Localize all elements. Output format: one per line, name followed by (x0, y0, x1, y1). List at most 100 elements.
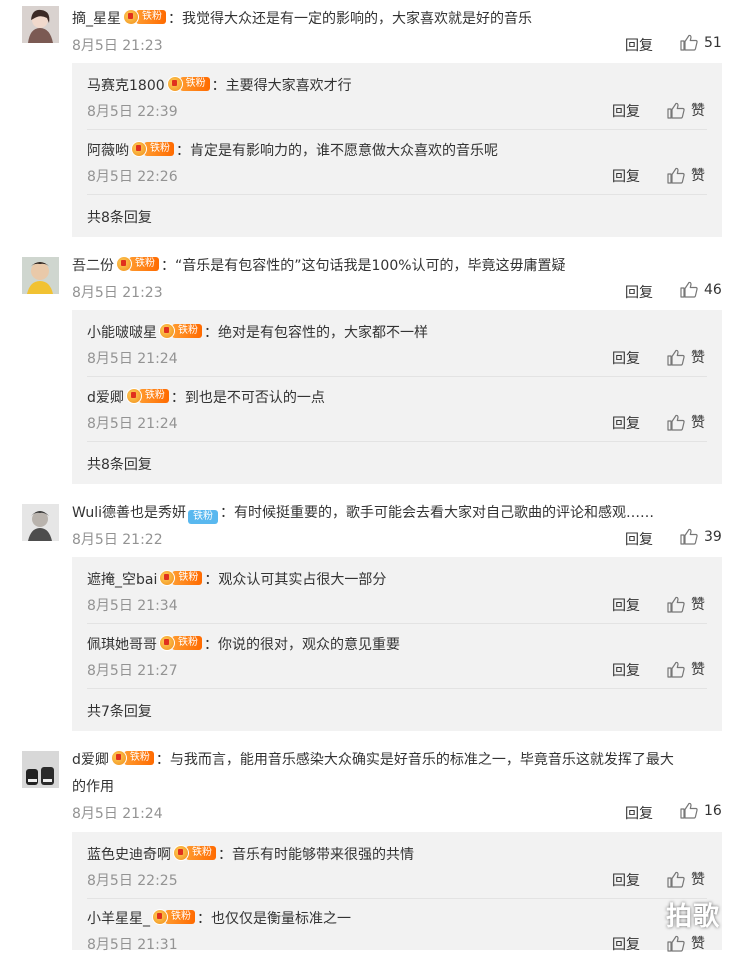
like-button[interactable]: 赞 (667, 594, 705, 614)
thumbs-up-icon (667, 167, 685, 184)
divider (87, 688, 707, 689)
fan-badge: 铁粉 (173, 845, 216, 861)
reply-button[interactable]: 回复 (612, 166, 640, 186)
like-count: 16 (704, 802, 722, 819)
list-item: 遮掩_空bai 铁粉 ：观众认可其实占很大一部分 (87, 569, 386, 589)
thumbs-up-icon (680, 802, 698, 819)
comment-author[interactable]: d爱卿 铁粉 ：与我而言，能用音乐感染大众确实是好音乐的标准之一，毕竟音乐这就发挥了… (72, 749, 674, 769)
like-button[interactable]: 赞 (667, 869, 705, 889)
reply-button[interactable]: 回复 (612, 348, 640, 368)
reply-time: 8月5日 21:24 (87, 416, 178, 432)
divider (87, 129, 707, 130)
reply-time: 8月5日 21:34 (87, 598, 178, 614)
like-button[interactable]: 16 (680, 802, 722, 819)
like-label: 赞 (691, 103, 705, 119)
fan-badge: 铁粉 (123, 9, 166, 25)
username[interactable]: 蓝色史迪奇啊 (87, 847, 171, 863)
username[interactable]: 马赛克1800 (87, 78, 165, 94)
like-button[interactable]: 赞 (667, 659, 705, 679)
reply-button[interactable]: 回复 (625, 803, 653, 823)
like-label: 赞 (691, 936, 705, 952)
reply-button[interactable]: 回复 (625, 282, 653, 302)
reply-button[interactable]: 回复 (612, 595, 640, 615)
like-button[interactable]: 赞 (667, 933, 705, 953)
username[interactable]: 小羊星星_ (87, 911, 150, 927)
medal-icon (166, 76, 183, 92)
reply-button[interactable]: 回复 (612, 870, 640, 890)
medal-icon (173, 845, 189, 861)
username[interactable]: d爱卿 (87, 390, 124, 406)
comment-author[interactable]: 吾二份 铁粉 ：“音乐是有包容性的”这句话我是100%认可的，毕竟这毋庸置疑 (72, 255, 566, 275)
reply-button[interactable]: 回复 (625, 529, 653, 549)
view-more-replies-link[interactable]: 共7条回复 (87, 701, 152, 721)
fan-badge: 铁粉 (152, 909, 195, 925)
list-item: 阿薇哟 铁粉 ：肯定是有影响力的，谁不愿意做大众喜欢的音乐呢 (87, 140, 498, 160)
watermark-logo: 拍歌 (666, 902, 721, 932)
thumbs-up-icon (667, 349, 685, 366)
thumbs-up-icon (680, 281, 698, 298)
like-button[interactable]: 赞 (667, 165, 705, 185)
fan-badge: 铁粉 (166, 76, 210, 92)
reply-time: 8月5日 21:31 (87, 937, 178, 953)
medal-icon (116, 256, 132, 272)
avatar[interactable] (22, 751, 59, 788)
comment-author[interactable]: 摘_星星 铁粉 ：我觉得大众还是有一定的影响的，大家喜欢就是好的音乐 (72, 8, 532, 28)
comment-text: ：有时候挺重要的，歌手可能会去看大家对自己歌曲的评论和感观…… (220, 505, 654, 521)
medal-icon (123, 9, 139, 25)
view-more-replies-link[interactable]: 共8条回复 (87, 454, 152, 474)
reply-panel: 遮掩_空bai 铁粉 ：观众认可其实占很大一部分 8月5日 21:34 回复 赞 佩… (72, 557, 722, 731)
username[interactable]: Wuli德善也是秀妍 (72, 505, 186, 521)
medal-icon (131, 141, 147, 157)
divider (87, 898, 707, 899)
reply-button[interactable]: 回复 (612, 101, 640, 121)
divider (87, 194, 707, 195)
avatar[interactable] (22, 504, 59, 541)
fan-badge: 铁粉 (188, 509, 218, 525)
divider (87, 376, 707, 377)
reply-panel: 蓝色史迪奇啊 铁粉 ：音乐有时能够带来很强的共情 8月5日 22:25 回复 赞 小… (72, 832, 722, 953)
username[interactable]: d爱卿 (72, 752, 109, 768)
like-button[interactable]: 51 (680, 34, 722, 51)
like-label: 赞 (691, 350, 705, 366)
reply-panel: 小能啵啵星 铁粉 ：绝对是有包容性的，大家都不一样 8月5日 21:24 回复 赞 … (72, 310, 722, 484)
like-button[interactable]: 赞 (667, 412, 705, 432)
like-count: 51 (704, 34, 722, 51)
like-count: 39 (704, 528, 722, 545)
like-button[interactable]: 赞 (667, 347, 705, 367)
comment-text: ：我觉得大众还是有一定的影响的，大家喜欢就是好的音乐 (168, 11, 532, 27)
divider (87, 623, 707, 624)
username[interactable]: 吾二份 (72, 258, 114, 274)
divider (87, 441, 707, 442)
fan-badge: 铁粉 (159, 570, 203, 586)
like-button[interactable]: 赞 (667, 100, 705, 120)
fan-badge: 铁粉 (116, 256, 159, 272)
list-item: 小能啵啵星 铁粉 ：绝对是有包容性的，大家都不一样 (87, 322, 428, 342)
comment-time: 8月5日 21:23 (72, 285, 163, 301)
username[interactable]: 佩琪她哥哥 (87, 637, 157, 653)
reply-text: ：到也是不可否认的一点 (170, 390, 325, 406)
avatar[interactable] (22, 257, 59, 294)
reply-button[interactable]: 回复 (612, 934, 640, 954)
reply-text: ：观众认可其实占很大一部分 (204, 572, 387, 588)
like-label: 赞 (691, 415, 705, 431)
view-more-replies-link[interactable]: 共8条回复 (87, 207, 152, 227)
list-item: 小羊星星_ 铁粉 ：也仅仅是衡量标准之一 (87, 908, 351, 928)
comment-author[interactable]: Wuli德善也是秀妍 铁粉 ：有时候挺重要的，歌手可能会去看大家对自己歌曲的评论和感… (72, 502, 654, 525)
reply-panel: 马赛克1800 铁粉 ：主要得大家喜欢才行 8月5日 22:39 回复 赞 阿薇哟铁… (72, 63, 722, 237)
reply-button[interactable]: 回复 (625, 35, 653, 55)
like-button[interactable]: 46 (680, 281, 722, 298)
fan-badge: 铁粉 (159, 323, 202, 339)
reply-button[interactable]: 回复 (612, 660, 640, 680)
username[interactable]: 摘_星星 (72, 11, 121, 27)
medal-icon (110, 750, 127, 766)
username[interactable]: 小能啵啵星 (87, 325, 157, 341)
like-label: 赞 (691, 872, 705, 888)
avatar[interactable] (22, 6, 59, 43)
username[interactable]: 阿薇哟 (87, 143, 129, 159)
reply-text: ：也仅仅是衡量标准之一 (197, 911, 351, 927)
username[interactable]: 遮掩_空bai (87, 572, 157, 588)
like-button[interactable]: 39 (680, 528, 722, 545)
fan-badge: 铁粉 (125, 388, 169, 404)
thumbs-up-icon (667, 871, 685, 888)
reply-button[interactable]: 回复 (612, 413, 640, 433)
